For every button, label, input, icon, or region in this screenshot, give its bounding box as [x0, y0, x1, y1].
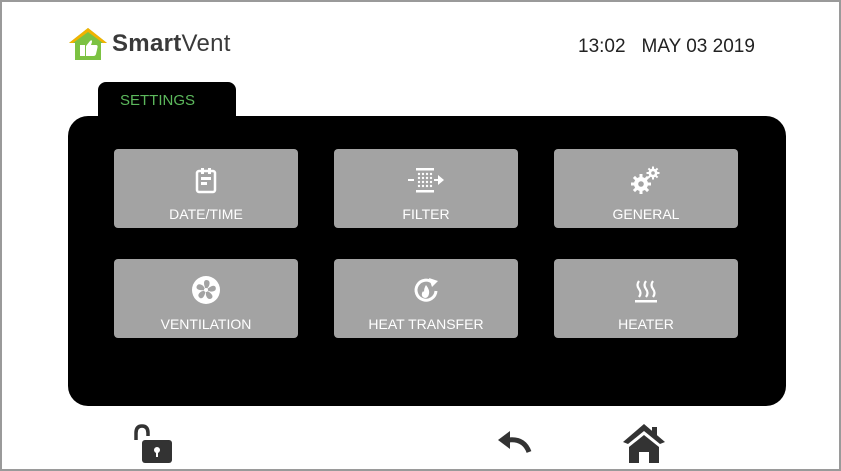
- ventilation-button[interactable]: VENTILATION: [114, 259, 298, 338]
- settings-panel: DATE/TIME FILTER GENERAL VENTILATION HEA…: [68, 116, 786, 406]
- back-icon[interactable]: [496, 430, 536, 456]
- brand-name-regular: Vent: [181, 30, 231, 57]
- date-time-display: 13:02 MAY 03 2019: [578, 36, 755, 58]
- device-screen: SmartVent 13:02 MAY 03 2019 SETTINGS DAT…: [0, 0, 841, 471]
- general-label: GENERAL: [612, 206, 680, 222]
- heat-transfer-button[interactable]: HEAT TRANSFER: [334, 259, 518, 338]
- filter-button[interactable]: FILTER: [334, 149, 518, 228]
- heater-button[interactable]: HEATER: [554, 259, 738, 338]
- unlock-icon[interactable]: [130, 422, 174, 466]
- time-text: 13:02: [578, 36, 626, 57]
- heater-icon: [635, 280, 657, 303]
- brand-name-bold: Smart: [112, 30, 182, 57]
- filter-label: FILTER: [402, 206, 450, 222]
- date-text: MAY 03 2019: [641, 36, 755, 57]
- house-thumbs-up-icon: [69, 28, 107, 60]
- general-button[interactable]: GENERAL: [554, 149, 738, 228]
- date-time-button[interactable]: DATE/TIME: [114, 149, 298, 228]
- smartvent-logo: SmartVent: [68, 26, 231, 62]
- fan-icon: [192, 276, 220, 304]
- heat-transfer-label: HEAT TRANSFER: [368, 316, 484, 332]
- ventilation-label: VENTILATION: [160, 316, 252, 332]
- heater-label: HEATER: [618, 316, 674, 332]
- date-time-label: DATE/TIME: [169, 206, 243, 222]
- filter-icon: [408, 168, 444, 193]
- home-icon[interactable]: [622, 422, 666, 464]
- gears-icon: [631, 166, 660, 194]
- heat-transfer-icon: [414, 278, 438, 302]
- calendar-icon: [195, 168, 217, 194]
- tab-settings-label: SETTINGS: [120, 92, 196, 109]
